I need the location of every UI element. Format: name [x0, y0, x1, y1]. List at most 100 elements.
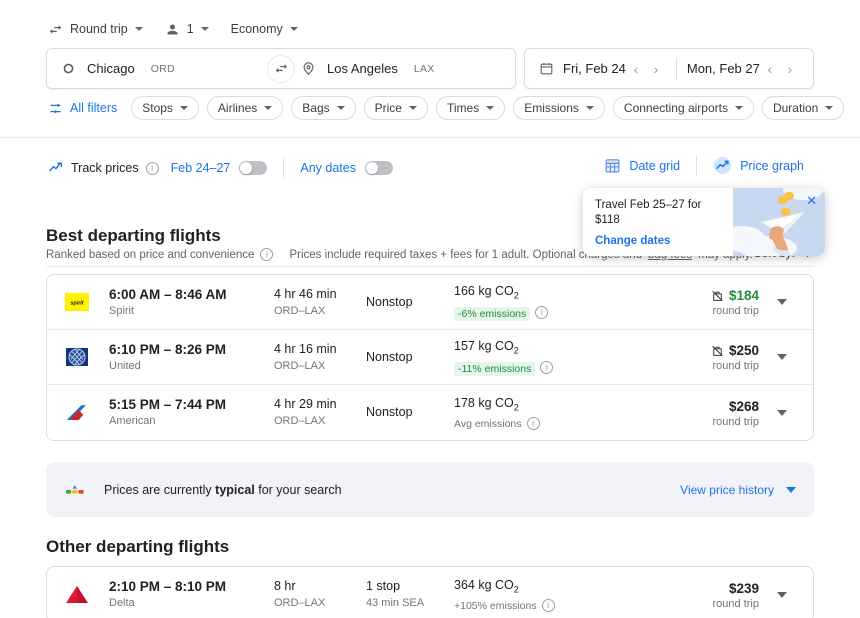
- chevron-down-icon: [409, 106, 417, 110]
- departure-date-field[interactable]: Fri, Feb 24: [539, 61, 626, 76]
- trip-type-label: Round trip: [70, 22, 128, 36]
- return-prev-day-button[interactable]: ‹: [760, 59, 780, 79]
- flight-route: ORD–LAX: [274, 414, 366, 429]
- swap-origin-destination-button[interactable]: [267, 55, 295, 83]
- filter-chip-price[interactable]: Price: [364, 96, 428, 120]
- table-row[interactable]: 6:10 PM – 8:26 PM United 4 hr 16 min ORD…: [47, 330, 813, 385]
- price-insight-icon: [66, 483, 88, 497]
- price-subtitle: round trip: [624, 360, 759, 372]
- origin-input[interactable]: ChicagoORD: [47, 49, 275, 88]
- price-subtitle: round trip: [624, 598, 759, 610]
- co2-subscript: 2: [514, 584, 519, 594]
- filters-divider: [0, 137, 860, 138]
- chevron-down-icon: [135, 27, 143, 31]
- date-grid-button[interactable]: Date grid: [594, 153, 690, 178]
- flight-price: $268: [729, 398, 759, 415]
- track-date-range-toggle[interactable]: [239, 161, 267, 175]
- co2-amount: 157 kg CO2: [454, 338, 624, 360]
- airline-logo-cell: [63, 399, 109, 427]
- flight-route: ORD–LAX: [274, 359, 366, 374]
- expand-flight-button[interactable]: [765, 354, 799, 360]
- table-row[interactable]: 2:10 PM – 8:10 PM Delta 8 hr ORD–LAX 1 s…: [47, 567, 813, 618]
- swap-trip-icon: [48, 22, 63, 37]
- price-row: $250: [624, 342, 759, 359]
- passengers-selector[interactable]: 1: [165, 22, 209, 37]
- filter-chip-label: Airlines: [218, 101, 257, 115]
- track-prices-row: Track prices i Feb 24–27 Any dates: [48, 155, 393, 181]
- filter-chip-bags[interactable]: Bags: [291, 96, 355, 120]
- flight-price: $239: [729, 580, 759, 597]
- chevron-down-icon: [201, 27, 209, 31]
- all-filters-button[interactable]: All filters: [48, 101, 117, 116]
- person-icon: [165, 22, 180, 37]
- departure-prev-day-button[interactable]: ‹: [626, 59, 646, 79]
- flight-price-cell: $184 round trip: [624, 287, 765, 317]
- flight-stops: Nonstop: [366, 404, 454, 421]
- cabin-class-selector[interactable]: Economy: [231, 22, 298, 36]
- chevron-down-icon: [777, 354, 787, 360]
- return-date-value: Mon, Feb 27: [687, 61, 760, 76]
- no-carry-on-bag-icon: [711, 289, 724, 303]
- filter-chip-label: Stops: [142, 101, 173, 115]
- view-price-history-button[interactable]: View price history: [680, 483, 796, 497]
- info-icon[interactable]: i: [540, 361, 553, 374]
- trending-up-icon: [48, 160, 64, 176]
- trip-type-selector[interactable]: Round trip: [48, 22, 143, 37]
- flight-times-cell: 2:10 PM – 8:10 PM Delta: [109, 578, 274, 611]
- expand-flight-button[interactable]: [765, 592, 799, 598]
- table-row[interactable]: 5:15 PM – 7:44 PM American 4 hr 29 min O…: [47, 385, 813, 440]
- expand-flight-button[interactable]: [765, 299, 799, 305]
- flight-price: $184: [729, 287, 759, 304]
- filter-chip-times[interactable]: Times: [436, 96, 505, 120]
- date-grid-label: Date grid: [629, 159, 680, 173]
- info-icon[interactable]: i: [542, 599, 555, 612]
- filter-chip-stops[interactable]: Stops: [131, 96, 199, 120]
- track-prices-text: Track prices: [71, 161, 139, 175]
- no-carry-on-bag-icon: [711, 344, 724, 358]
- filter-chip-emissions[interactable]: Emissions: [513, 96, 605, 120]
- passenger-count-label: 1: [187, 22, 194, 36]
- trip-options-bar: Round trip 1 Economy: [48, 18, 298, 40]
- price-subtitle: round trip: [624, 305, 759, 317]
- change-dates-link[interactable]: Change dates: [595, 235, 825, 247]
- chevron-down-icon: [264, 106, 272, 110]
- insight-after: for your search: [255, 483, 342, 497]
- price-graph-label: Price graph: [740, 159, 804, 173]
- departure-next-day-button[interactable]: ›: [646, 59, 666, 79]
- origin-destination-group: ChicagoORD Los AngelesLAX: [46, 48, 516, 89]
- price-row: $268: [624, 398, 759, 415]
- filter-chip-label: Duration: [773, 101, 818, 115]
- info-icon[interactable]: i: [260, 248, 273, 261]
- info-icon[interactable]: i: [146, 162, 159, 175]
- toggle-knob: [366, 162, 378, 174]
- any-dates-toggle[interactable]: [365, 161, 393, 175]
- price-graph-button[interactable]: Price graph: [703, 152, 814, 179]
- filter-chip-duration[interactable]: Duration: [762, 96, 844, 120]
- tooltip-body: Travel Feb 25–27 for $118 Change dates: [583, 188, 825, 247]
- flight-emissions-cell: 166 kg CO2 -6% emissions i: [454, 283, 624, 321]
- return-next-day-button[interactable]: ›: [780, 59, 800, 79]
- flight-emissions-cell: 364 kg CO2 +105% emissions i: [454, 577, 624, 613]
- emissions-delta-line: +105% emissions i: [454, 598, 624, 612]
- flight-times: 5:15 PM – 7:44 PM: [109, 396, 274, 413]
- best-flights-list: spirit 6:00 AM – 8:46 AM Spirit 4 hr 46 …: [46, 274, 814, 441]
- svg-text:spirit: spirit: [70, 301, 83, 307]
- filter-chip-connecting-airports[interactable]: Connecting airports: [613, 96, 754, 120]
- flight-times-cell: 5:15 PM – 7:44 PM American: [109, 396, 274, 429]
- table-row[interactable]: spirit 6:00 AM – 8:46 AM Spirit 4 hr 46 …: [47, 275, 813, 330]
- info-icon[interactable]: i: [527, 417, 540, 430]
- filter-chip-airlines[interactable]: Airlines: [207, 96, 283, 120]
- return-date-field[interactable]: Mon, Feb 27: [687, 61, 760, 76]
- best-header-separator: [46, 266, 814, 267]
- info-icon[interactable]: i: [535, 306, 548, 319]
- flight-times-cell: 6:00 AM – 8:46 AM Spirit: [109, 286, 274, 319]
- flight-duration: 4 hr 16 min: [274, 341, 366, 358]
- co2-value: 157 kg CO: [454, 339, 514, 353]
- tooltip-close-button[interactable]: ✕: [806, 194, 817, 207]
- tooltip-line-1: Travel Feb 25–27 for: [595, 198, 825, 213]
- destination-input[interactable]: Los AngelesLAX: [275, 49, 515, 88]
- price-insight-banner: Prices are currently typical for your se…: [46, 462, 814, 517]
- chevron-down-icon: [290, 27, 298, 31]
- emissions-delta: +105% emissions: [454, 600, 537, 612]
- expand-flight-button[interactable]: [765, 410, 799, 416]
